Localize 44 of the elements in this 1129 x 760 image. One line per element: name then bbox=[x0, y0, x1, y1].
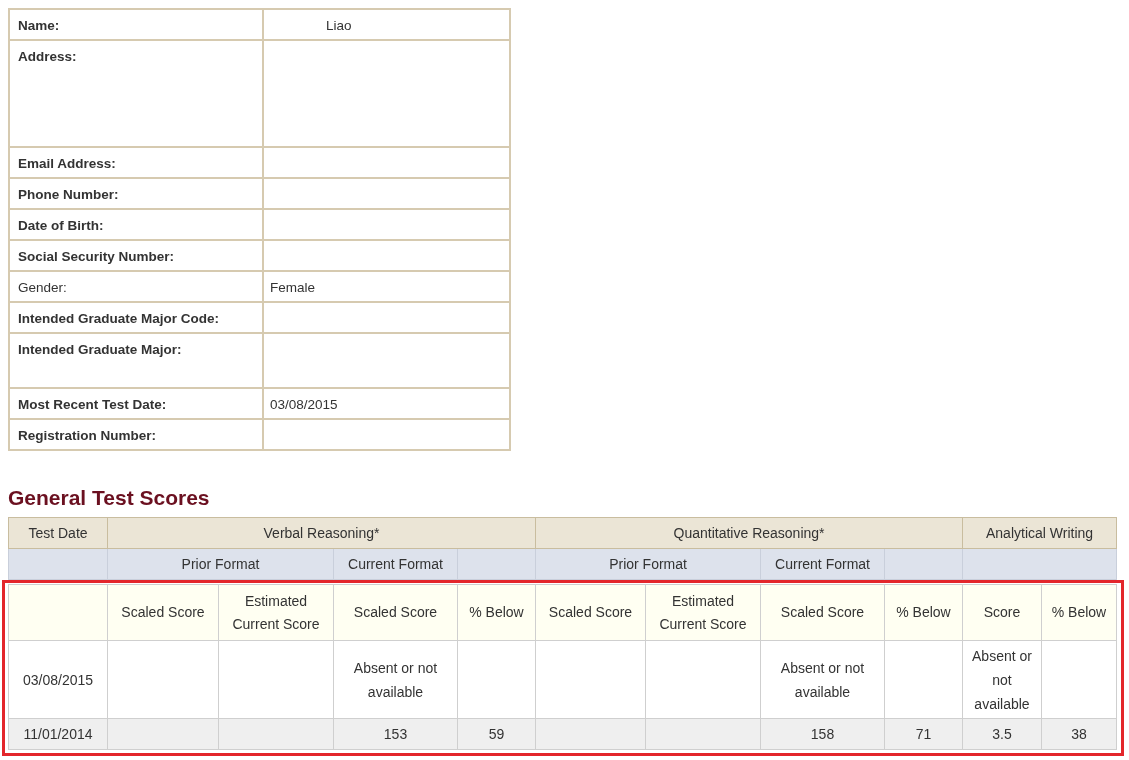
table-cell: 153 bbox=[333, 718, 458, 750]
column-group-header: Analytical Writing bbox=[962, 517, 1117, 549]
field-value: 03/08/2015 bbox=[263, 388, 510, 419]
table-cell: Absent or not available bbox=[333, 640, 458, 719]
table-cell: Absent or not available bbox=[760, 640, 885, 719]
field-value: Liao bbox=[263, 9, 510, 40]
table-cell: 59 bbox=[457, 718, 536, 750]
field-label: Name: bbox=[9, 9, 263, 40]
format-header: Current Format bbox=[760, 548, 885, 580]
table-cell: 3.5 bbox=[962, 718, 1042, 750]
column-group-header: Quantitative Reasoning* bbox=[535, 517, 963, 549]
column-header: Estimated Current Score bbox=[218, 584, 334, 641]
column-header: Scaled Score bbox=[760, 584, 885, 641]
table-cell: 03/08/2015 bbox=[8, 640, 108, 719]
column-header: Score bbox=[962, 584, 1042, 641]
field-label: Most Recent Test Date: bbox=[9, 388, 263, 419]
table-cell: 11/01/2014 bbox=[8, 718, 108, 750]
column-header: Scaled Score bbox=[535, 584, 646, 641]
format-header: Prior Format bbox=[107, 548, 334, 580]
table-cell: 158 bbox=[760, 718, 885, 750]
column-header: Scaled Score bbox=[333, 584, 458, 641]
table-cell: 38 bbox=[1041, 718, 1117, 750]
format-header: Prior Format bbox=[535, 548, 761, 580]
field-value: Female bbox=[263, 271, 510, 302]
section-heading: General Test Scores bbox=[8, 485, 211, 511]
column-header: Estimated Current Score bbox=[645, 584, 761, 641]
column-header: % Below bbox=[884, 584, 963, 641]
column-header: % Below bbox=[457, 584, 536, 641]
column-header: Scaled Score bbox=[107, 584, 219, 641]
field-label: Social Security Number: bbox=[9, 240, 263, 271]
table-cell: 71 bbox=[884, 718, 963, 750]
table-cell: Absent or not available bbox=[962, 640, 1042, 719]
column-group-header: Test Date bbox=[8, 517, 108, 549]
field-label: Intended Graduate Major Code: bbox=[9, 302, 263, 333]
field-label: Intended Graduate Major: bbox=[9, 333, 263, 388]
field-label: Registration Number: bbox=[9, 419, 263, 450]
field-label: Phone Number: bbox=[9, 178, 263, 209]
column-header: % Below bbox=[1041, 584, 1117, 641]
field-label: Gender: bbox=[9, 271, 263, 302]
column-group-header: Verbal Reasoning* bbox=[107, 517, 536, 549]
field-label: Email Address: bbox=[9, 147, 263, 178]
format-header: Current Format bbox=[333, 548, 458, 580]
field-label: Address: bbox=[9, 40, 263, 147]
field-label: Date of Birth: bbox=[9, 209, 263, 240]
